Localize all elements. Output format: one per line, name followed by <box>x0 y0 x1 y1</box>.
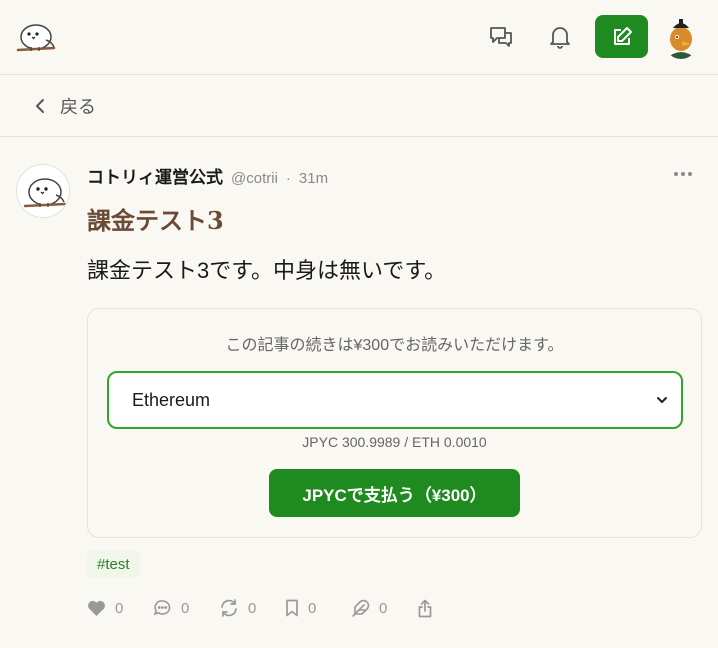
reply-button[interactable]: 0 <box>153 599 219 617</box>
user-avatar[interactable] <box>662 15 700 59</box>
repost-icon <box>221 599 237 617</box>
heart-icon <box>88 600 105 616</box>
repost-count: 0 <box>248 599 257 617</box>
back-button[interactable]: 戻る <box>34 94 96 118</box>
post-title: 課金テスト3 <box>87 206 224 235</box>
messages-icon[interactable] <box>484 20 518 54</box>
post: コトリィ運営公式 @cotrii · 31m 課金テスト3 課金テスト3です。中… <box>0 138 718 648</box>
share-button[interactable] <box>417 599 447 618</box>
quote-button[interactable]: 0 <box>351 599 417 618</box>
edit-icon <box>613 26 632 45</box>
paywall-box: この記事の続きは¥300でお読みいただけます。 Ethereum JPYC 30… <box>87 308 702 538</box>
compose-button[interactable] <box>595 15 648 58</box>
paywall-message: この記事の続きは¥300でお読みいただけます。 <box>225 337 564 354</box>
bookmark-count: 0 <box>308 599 317 617</box>
currency-select-value: Ethereum <box>132 389 211 410</box>
repost-button[interactable]: 0 <box>219 599 285 617</box>
feather-icon <box>352 599 370 617</box>
post-header: コトリィ運営公式 @cotrii · 31m <box>87 163 328 188</box>
chevron-down-icon <box>657 397 667 403</box>
post-time[interactable]: 31m <box>299 170 328 187</box>
quote-count: 0 <box>379 599 388 617</box>
separator-dot: · <box>285 170 291 187</box>
comment-icon <box>153 600 171 616</box>
bookmark-button[interactable]: 0 <box>285 599 351 617</box>
hashtag[interactable]: #test <box>87 550 140 578</box>
bell-icon[interactable] <box>543 20 577 54</box>
back-label: 戻る <box>60 97 96 117</box>
pay-button[interactable]: JPYCで支払う（¥300） <box>269 469 520 517</box>
more-options-icon[interactable] <box>668 166 698 182</box>
author-name[interactable]: コトリィ運営公式 <box>87 163 223 188</box>
chevron-left-icon <box>36 99 44 113</box>
author-avatar[interactable] <box>16 164 70 218</box>
back-bar: 戻る <box>0 75 718 137</box>
price-info: JPYC 300.9989 / ETH 0.0010 <box>302 434 487 450</box>
post-actions: 0 0 0 0 0 <box>87 597 447 619</box>
top-bar <box>0 0 718 75</box>
author-handle[interactable]: @cotrii <box>231 170 278 187</box>
share-icon <box>418 599 432 617</box>
currency-select[interactable]: Ethereum <box>107 371 683 429</box>
like-count: 0 <box>115 599 124 617</box>
bookmark-icon <box>286 599 298 617</box>
like-button[interactable]: 0 <box>87 600 153 617</box>
bird-logo-icon[interactable] <box>14 16 56 58</box>
post-body: 課金テスト3です。中身は無いです。 <box>87 258 447 283</box>
reply-count: 0 <box>181 599 190 617</box>
